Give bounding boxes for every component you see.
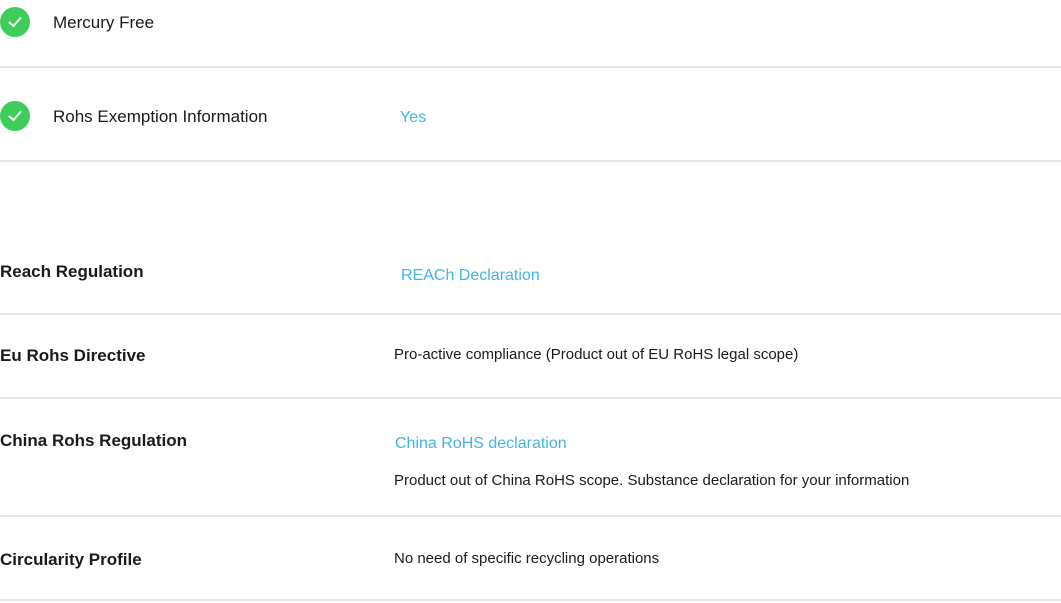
eu-rohs-directive-text: Pro-active compliance (Product out of EU… bbox=[394, 346, 799, 363]
circularity-profile-label: Circularity Profile bbox=[0, 550, 142, 569]
circularity-profile-text: No need of specific recycling operations bbox=[394, 550, 660, 567]
divider bbox=[0, 599, 1061, 601]
check-circle-icon bbox=[0, 7, 30, 37]
reach-declaration-link[interactable]: REACh Declaration bbox=[401, 267, 540, 285]
reach-regulation-label: Reach Regulation bbox=[0, 262, 144, 281]
china-rohs-declaration-link[interactable]: China RoHS declaration bbox=[395, 435, 567, 453]
eu-rohs-directive-label: Eu Rohs Directive bbox=[0, 346, 146, 365]
check-label: Mercury Free bbox=[53, 13, 155, 32]
check-label: Rohs Exemption Information bbox=[53, 107, 268, 126]
divider bbox=[0, 160, 1061, 162]
divider bbox=[0, 66, 1061, 68]
environmental-compliance-page: Mercury Free Rohs Exemption Information … bbox=[0, 0, 1061, 603]
china-rohs-regulation-label: China Rohs Regulation bbox=[0, 431, 187, 450]
check-circle-icon bbox=[0, 101, 30, 131]
divider bbox=[0, 397, 1061, 399]
china-rohs-regulation-text: Product out of China RoHS scope. Substan… bbox=[394, 472, 910, 489]
divider bbox=[0, 313, 1061, 315]
rohs-exemption-value: Yes bbox=[400, 109, 427, 126]
divider bbox=[0, 515, 1061, 517]
